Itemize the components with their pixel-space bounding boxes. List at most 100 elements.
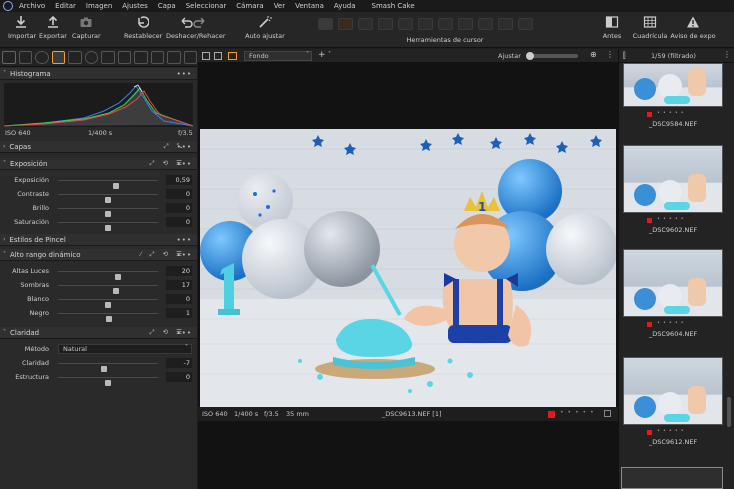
exposure-header[interactable]: ˅ Exposición ⤢ ⟲ ☰ ••• <box>0 158 197 170</box>
library-tab-icon[interactable] <box>2 51 16 64</box>
more-icon[interactable]: ••• <box>177 70 192 78</box>
adjustments-tab-icon[interactable] <box>117 51 131 64</box>
method-select[interactable]: Natural ˅ <box>58 344 192 354</box>
capture-tab-icon[interactable] <box>18 51 32 64</box>
color-tag-badge[interactable] <box>647 322 652 327</box>
brightness-tab-icon[interactable] <box>84 51 98 64</box>
gradient-tool-icon[interactable] <box>478 18 493 30</box>
add-icon[interactable]: + <box>318 50 326 60</box>
brush-styles-header[interactable]: › Estilos de Pincel ••• <box>0 234 197 246</box>
exposure-slider[interactable] <box>58 180 158 189</box>
exposure-slider[interactable] <box>58 222 158 231</box>
export-button[interactable]: Exportar <box>38 15 68 40</box>
clarity-slider[interactable] <box>58 377 158 386</box>
hdr-value[interactable]: 0 <box>166 294 192 304</box>
rating-stars[interactable]: ••••• <box>657 320 687 326</box>
import-button[interactable]: Importar <box>8 15 36 40</box>
more-icon[interactable]: ••• <box>177 329 192 337</box>
exposure-value[interactable]: 0 <box>166 217 192 227</box>
hdr-header[interactable]: ˅ Alto rango dinámico ⁄ ⤢ ⟲ ☰ ••• <box>0 249 197 261</box>
menu-imagen[interactable]: Imagen <box>86 2 112 10</box>
zoom-fit-label[interactable]: Ajustar <box>498 52 521 60</box>
styles-tab-icon[interactable] <box>150 51 164 64</box>
clarity-slider[interactable] <box>58 363 158 372</box>
exposure-tab-icon[interactable] <box>51 51 65 64</box>
zoom-slider[interactable] <box>526 52 578 60</box>
histogram-header[interactable]: ˅ Histograma ••• <box>0 68 197 80</box>
rating-stars[interactable]: ••••• <box>657 110 687 116</box>
picker-tool-icon[interactable] <box>498 18 513 30</box>
hdr-slider[interactable] <box>58 285 158 294</box>
more-icon[interactable]: ••• <box>177 143 192 151</box>
brush-tool-icon[interactable] <box>458 18 473 30</box>
clarity-value[interactable]: -7 <box>166 358 192 368</box>
crop-tool-icon[interactable] <box>378 18 393 30</box>
hdr-slider[interactable] <box>58 299 158 308</box>
keystone-tool-icon[interactable] <box>418 18 433 30</box>
more-icon[interactable]: ••• <box>177 251 192 259</box>
menu-capa[interactable]: Capa <box>158 2 176 10</box>
select-tool-icon[interactable] <box>318 18 333 30</box>
spot-tool-icon[interactable] <box>438 18 453 30</box>
single-view-icon[interactable] <box>202 52 210 60</box>
exposure-value[interactable]: 0 <box>166 189 192 199</box>
menu-editar[interactable]: Editar <box>55 2 76 10</box>
exposure-slider[interactable] <box>58 208 158 217</box>
pan-tool-icon[interactable] <box>338 18 353 30</box>
menu-ajustes[interactable]: Ajustes <box>122 2 148 10</box>
menu-ventana[interactable]: Ventana <box>295 2 324 10</box>
more-icon[interactable]: ••• <box>177 160 192 168</box>
color-tag-badge[interactable] <box>548 411 555 418</box>
rating-stars[interactable]: ••••• <box>560 409 598 416</box>
batch-tab-icon[interactable] <box>183 51 197 64</box>
color-tab-icon[interactable] <box>68 51 82 64</box>
capture-button[interactable]: Capturar <box>72 15 101 40</box>
background-select[interactable]: Fondo ˅ <box>244 51 312 61</box>
menu-seleccionar[interactable]: Seleccionar <box>186 2 227 10</box>
exposure-warning-button[interactable]: Aviso de expo <box>670 15 716 40</box>
details-tab-icon[interactable] <box>101 51 115 64</box>
exposure-value[interactable]: 0 <box>166 203 192 213</box>
color-tag-badge[interactable] <box>647 112 652 117</box>
auto-adjust-button[interactable]: Auto ajustar <box>245 15 285 40</box>
browser-menu-icon[interactable]: ⫿ <box>623 51 626 61</box>
undo-redo-button[interactable]: Deshacer/Rehacer <box>166 15 226 40</box>
menu-camara[interactable]: Cámara <box>236 2 263 10</box>
rotate-tool-icon[interactable] <box>398 18 413 30</box>
proof-icon[interactable] <box>228 52 237 60</box>
chevron-down-icon[interactable]: ˅ <box>328 51 331 58</box>
color-tag-badge[interactable] <box>647 218 652 223</box>
zoom-tool-icon[interactable] <box>358 18 373 30</box>
zoom-in-icon[interactable]: ⊕ <box>590 50 597 59</box>
hdr-slider[interactable] <box>58 271 158 280</box>
output-tab-icon[interactable] <box>167 51 181 64</box>
reset-button[interactable]: Restablecer <box>124 15 162 40</box>
clarity-slider-handle[interactable] <box>105 380 111 386</box>
menu-ver[interactable]: Ver <box>274 2 285 10</box>
metadata-tab-icon[interactable] <box>134 51 148 64</box>
hdr-slider-handle[interactable] <box>106 316 112 322</box>
multi-view-icon[interactable] <box>214 52 222 60</box>
before-button[interactable]: Antes <box>598 15 626 40</box>
hdr-value[interactable]: 17 <box>166 280 192 290</box>
hdr-slider[interactable] <box>58 313 158 322</box>
exposure-slider-handle[interactable] <box>105 225 111 231</box>
more-icon[interactable]: ⋮ <box>606 50 614 59</box>
color-tag-badge[interactable] <box>647 430 652 435</box>
exposure-slider[interactable] <box>58 194 158 203</box>
more-icon[interactable]: ⋮ <box>723 50 731 59</box>
hdr-value[interactable]: 20 <box>166 266 192 276</box>
menu-ayuda[interactable]: Ayuda <box>334 2 356 10</box>
annotate-tool-icon[interactable] <box>518 18 533 30</box>
grid-button[interactable]: Cuadrícula <box>632 15 668 40</box>
rating-stars[interactable]: ••••• <box>657 428 687 434</box>
clarity-value[interactable]: 0 <box>166 372 192 382</box>
rating-stars[interactable]: ••••• <box>657 216 687 222</box>
layers-header[interactable]: › Capas ⤢ ⤡ ••• <box>0 141 197 153</box>
zoom-slider-handle[interactable] <box>526 52 534 60</box>
lens-tab-icon[interactable] <box>35 51 49 64</box>
clarity-header[interactable]: ˅ Claridad ⤢ ⟲ ☰ ••• <box>0 327 197 339</box>
thumbnail-partial[interactable] <box>621 467 723 489</box>
browser-scrollbar[interactable] <box>727 397 731 427</box>
hdr-value[interactable]: 1 <box>166 308 192 318</box>
